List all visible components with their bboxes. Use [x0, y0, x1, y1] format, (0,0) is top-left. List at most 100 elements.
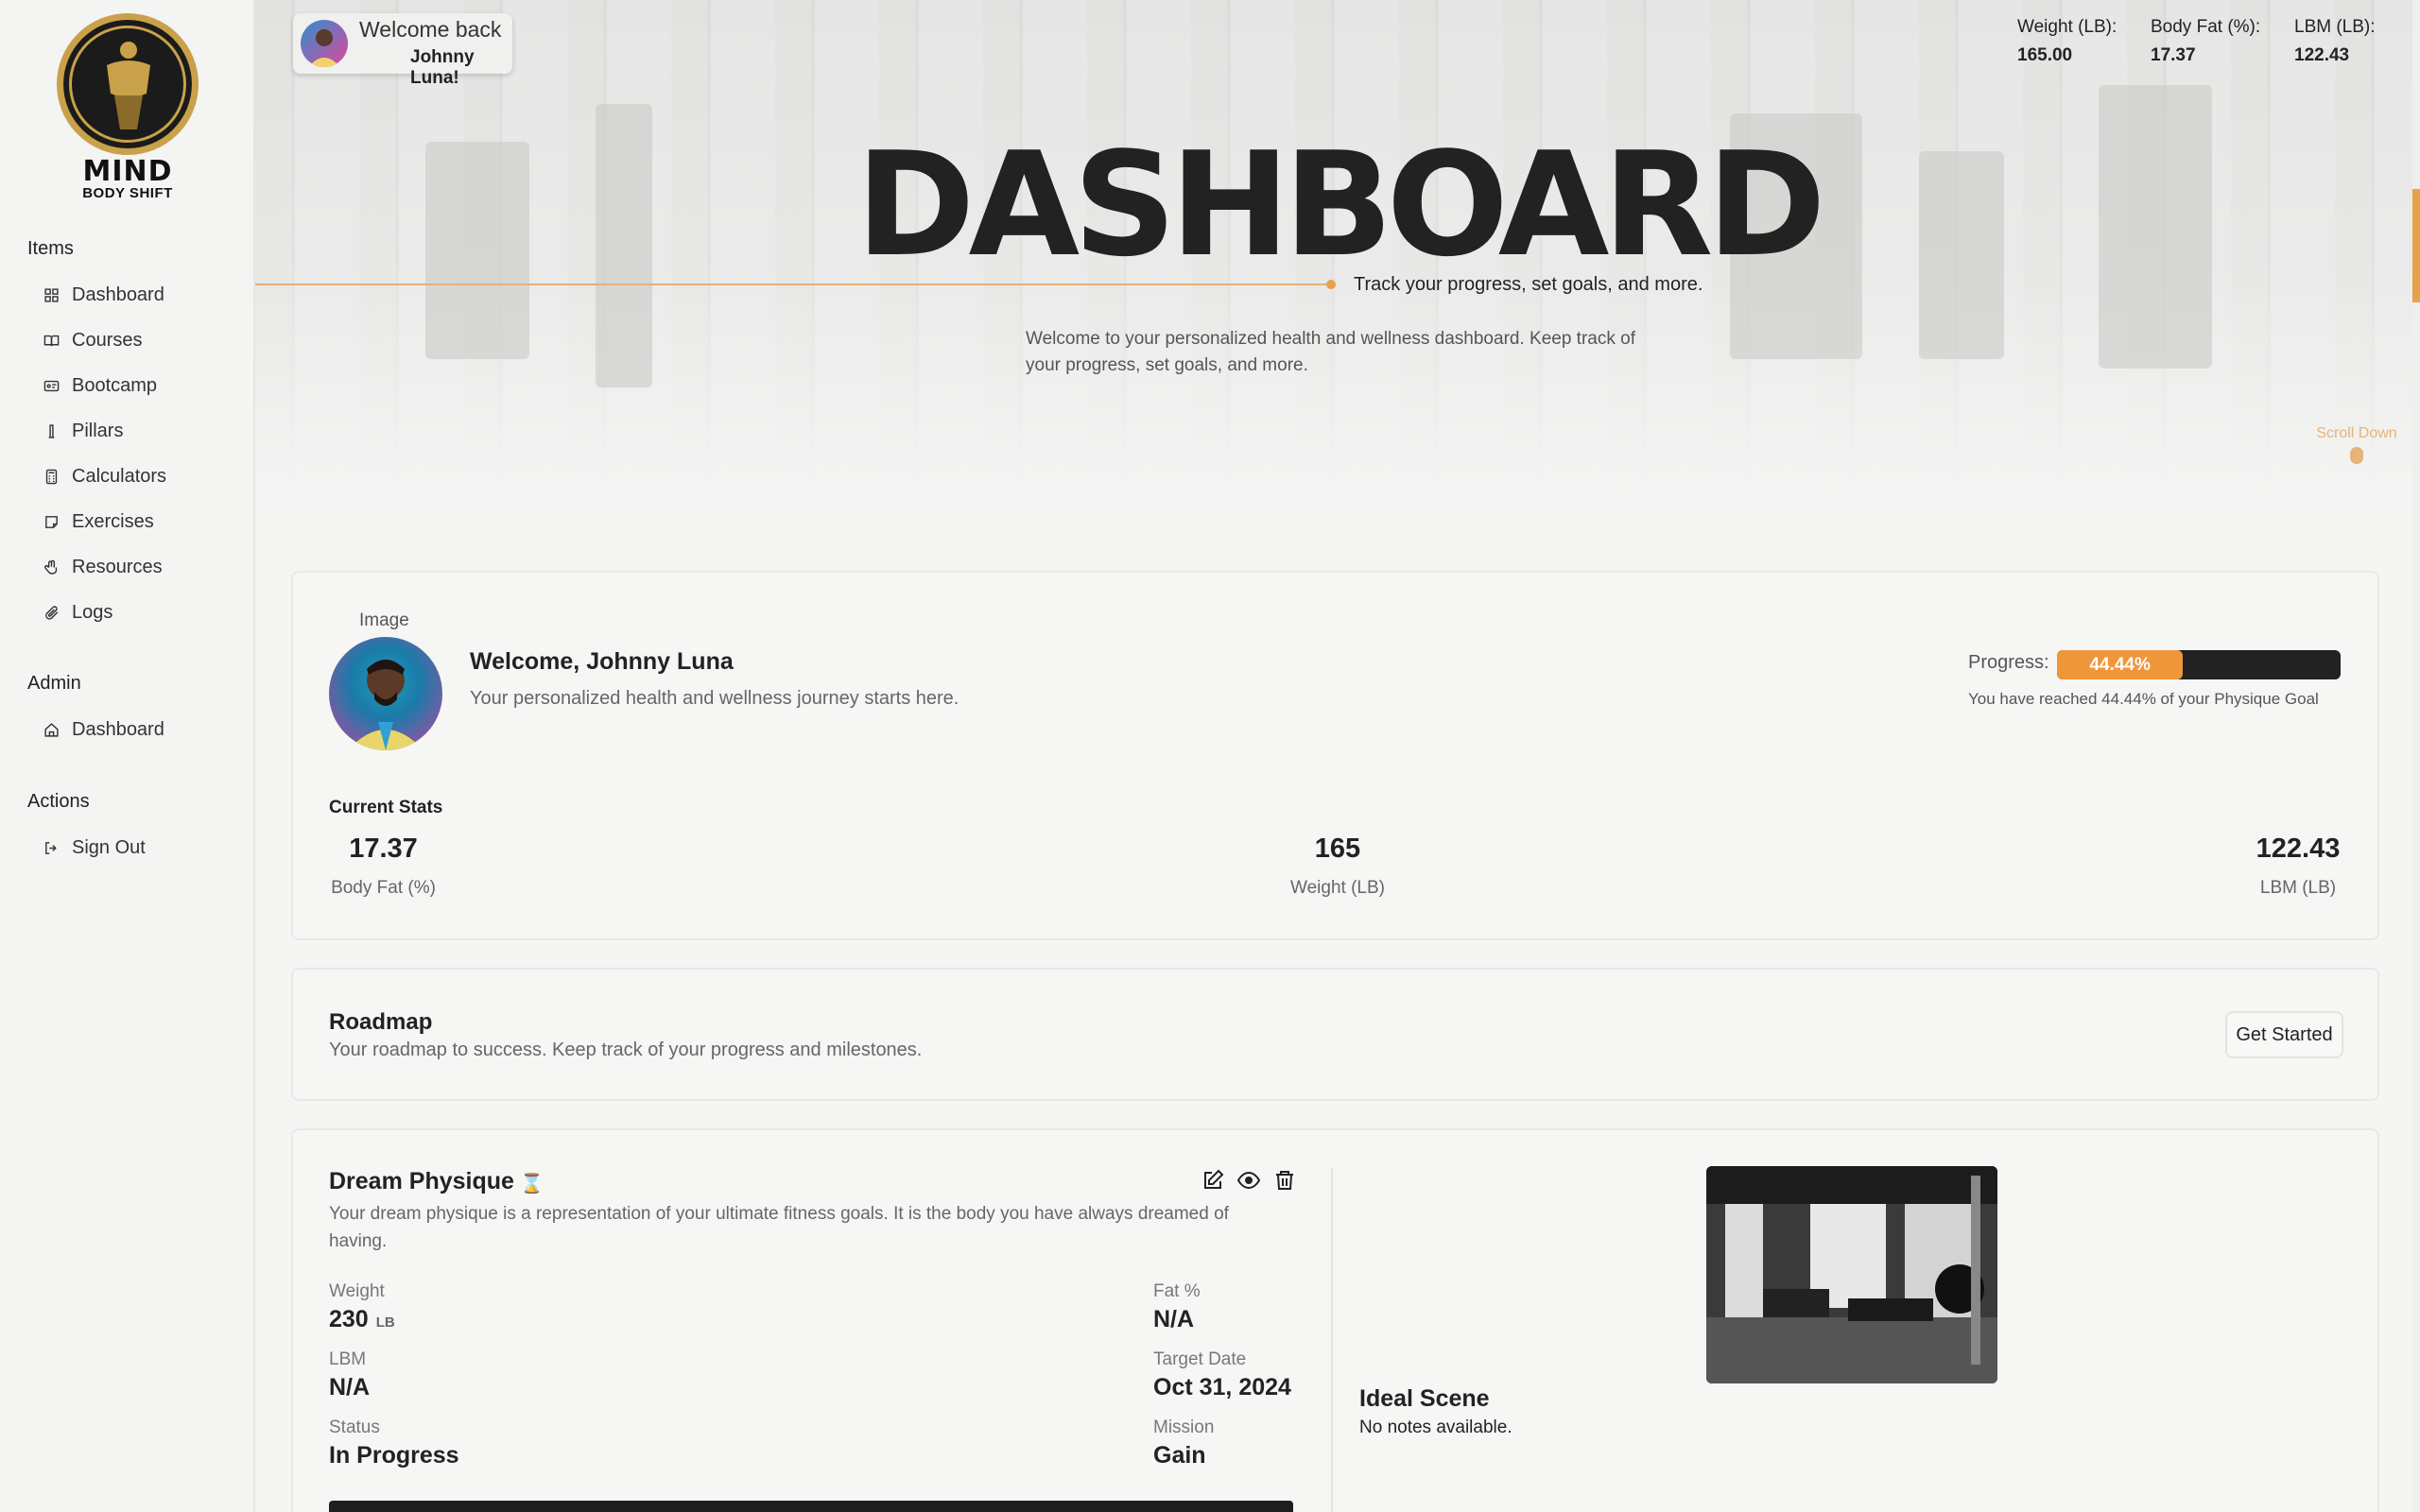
nav-group-actions-title: Actions	[27, 791, 90, 812]
sidebar-item-calculators[interactable]: Calculators	[42, 459, 166, 493]
field-label: Status	[329, 1418, 380, 1437]
profile-avatar[interactable]	[329, 637, 442, 750]
sidebar: MIND BODY SHIFT Items Dashboard Courses …	[0, 0, 255, 1512]
dream-physique-title: Dream Physique	[329, 1168, 514, 1194]
field-weight: Weight 230 LB	[329, 1281, 395, 1333]
dream-physique-description: Your dream physique is a representation …	[329, 1204, 1229, 1251]
field-lbm: LBM N/A	[329, 1349, 370, 1401]
progress-label: Progress:	[1968, 652, 2049, 673]
page-title: DASHBOARD	[856, 121, 1825, 288]
roadmap-card: Roadmap Your roadmap to success. Keep tr…	[291, 968, 2379, 1101]
scrollbar-thumb[interactable]	[2412, 189, 2420, 302]
calculator-icon	[42, 467, 60, 486]
sidebar-item-resources[interactable]: Resources	[42, 550, 163, 584]
user-portrait-icon	[308, 29, 340, 67]
stat-body-fat: 17.37 Body Fat (%)	[329, 833, 438, 899]
pillar-icon	[42, 421, 60, 440]
stat-lbm: 122.43 LBM (LB)	[2246, 833, 2350, 899]
sidebar-item-label: Courses	[72, 329, 143, 351]
ideal-scene-image[interactable]	[1706, 1166, 1997, 1383]
sidebar-item-logs[interactable]: Logs	[42, 595, 112, 629]
profile-card: Image Welcome, Johnny Luna Your personal…	[291, 571, 2379, 940]
mouse-icon[interactable]	[2350, 447, 2363, 464]
avatar	[301, 20, 348, 67]
field-value: Oct 31, 2024	[1153, 1374, 1291, 1400]
get-started-button[interactable]: Get Started	[2225, 1011, 2343, 1058]
roadmap-title: Roadmap	[329, 1009, 433, 1035]
sidebar-item-label: Exercises	[72, 510, 154, 532]
sidebar-item-label: Dashboard	[72, 718, 164, 740]
field-value: In Progress	[329, 1442, 459, 1469]
dream-actions	[1201, 1168, 1297, 1193]
id-card-icon	[42, 376, 60, 395]
sidebar-item-sign-out[interactable]: Sign Out	[42, 831, 146, 865]
athlete-icon	[107, 42, 150, 129]
sidebar-item-admin-dashboard[interactable]: Dashboard	[42, 713, 164, 747]
header-stat-label: Weight (LB):	[2017, 17, 2118, 37]
header-stat-value: 165.00	[2017, 45, 2073, 65]
field-value: 230 LB	[329, 1306, 395, 1333]
sidebar-item-label: Logs	[72, 601, 113, 623]
stat-value: 165	[1314, 833, 1361, 864]
physique-progress-bar: 44.44%	[2057, 650, 2341, 679]
sidebar-item-exercises[interactable]: Exercises	[42, 505, 154, 539]
hero-banner: DASHBOARD Track your progress, set goals…	[255, 0, 2420, 506]
welcome-badge[interactable]: Welcome back Johnny Luna!	[293, 13, 512, 88]
ideal-scene-note: No notes available.	[1359, 1418, 1512, 1437]
trash-icon[interactable]	[1272, 1168, 1297, 1193]
profile-subtitle: Your personalized health and wellness jo…	[470, 688, 959, 709]
sidebar-item-label: Calculators	[72, 465, 167, 487]
note-icon	[42, 512, 60, 531]
hourglass-icon: ⌛	[520, 1174, 544, 1194]
brand-name: MIND	[82, 155, 173, 188]
sign-out-icon	[42, 838, 60, 857]
field-label: LBM	[329, 1349, 367, 1369]
roadmap-subtitle: Your roadmap to success. Keep track of y…	[329, 1040, 923, 1060]
header-stat-value: 122.43	[2294, 45, 2350, 65]
stat-caption: Body Fat (%)	[331, 878, 436, 898]
home-icon	[42, 720, 60, 739]
brand-logo[interactable]: MIND BODY SHIFT	[49, 13, 206, 201]
column-divider	[1331, 1168, 1333, 1512]
profile-welcome: Welcome, Johnny Luna	[470, 648, 734, 675]
hero-divider	[255, 284, 1331, 285]
gym-photo	[1706, 1166, 1997, 1383]
sidebar-item-label: Dashboard	[72, 284, 164, 305]
progress-note: You have reached 44.44% of your Physique…	[1968, 690, 2319, 708]
progress-fill: 44.44%	[2057, 650, 2184, 679]
sidebar-item-pillars[interactable]: Pillars	[42, 414, 123, 448]
field-fat-percent: Fat % N/A	[1153, 1281, 1201, 1333]
stat-value: 122.43	[2256, 833, 2341, 864]
hero-description: Welcome to your personalized health and …	[1026, 329, 1635, 375]
sidebar-item-dashboard[interactable]: Dashboard	[42, 278, 164, 312]
field-target-date: Target Date Oct 31, 2024	[1153, 1349, 1291, 1401]
sidebar-item-label: Pillars	[72, 420, 124, 441]
current-stats-title: Current Stats	[329, 798, 443, 817]
sidebar-item-label: Bootcamp	[72, 374, 158, 396]
nav-group-admin-title: Admin	[27, 673, 81, 694]
header-stat-value: 17.37	[2151, 45, 2196, 65]
logo-emblem	[57, 13, 199, 155]
field-label: Fat %	[1153, 1281, 1201, 1301]
paperclip-icon	[42, 603, 60, 622]
header-stat-label: LBM (LB):	[2294, 17, 2376, 37]
sidebar-item-courses[interactable]: Courses	[42, 323, 142, 357]
field-mission: Mission Gain	[1153, 1418, 1214, 1469]
welcome-user-name: Johnny Luna!	[410, 47, 475, 88]
field-label: Mission	[1153, 1418, 1215, 1437]
welcome-back-text: Welcome back	[359, 17, 502, 42]
dream-physique-card: Dream Physique ⌛ Your dream physique is …	[291, 1128, 2379, 1512]
book-icon	[42, 331, 60, 350]
field-value: N/A	[1153, 1306, 1195, 1332]
scroll-down-label[interactable]: Scroll Down	[2305, 425, 2409, 442]
field-value: N/A	[329, 1374, 371, 1400]
field-status: Status In Progress	[329, 1418, 459, 1469]
sidebar-item-label: Sign Out	[72, 836, 146, 858]
sidebar-item-bootcamp[interactable]: Bootcamp	[42, 369, 157, 403]
stat-weight: 165 Weight (LB)	[1286, 833, 1390, 899]
eye-icon[interactable]	[1236, 1168, 1261, 1193]
field-label: Target Date	[1153, 1349, 1247, 1369]
field-label: Weight	[329, 1281, 385, 1301]
edit-icon[interactable]	[1201, 1168, 1225, 1193]
ideal-scene-title: Ideal Scene	[1359, 1385, 1490, 1412]
